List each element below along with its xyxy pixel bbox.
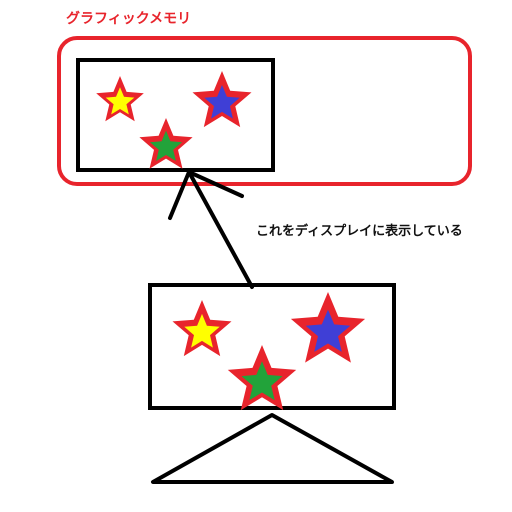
arrow-head-left	[168, 170, 191, 220]
diagram-canvas	[57, 36, 472, 484]
arrow	[168, 170, 254, 289]
display-stars-group	[172, 292, 366, 411]
display-stand	[151, 413, 394, 484]
memory-stars-group	[96, 71, 252, 169]
graphic-memory-label: グラフィックメモリ	[66, 11, 192, 27]
caption-text: これをディスプレイに表示している	[256, 224, 463, 239]
arrow-shaft	[187, 170, 254, 289]
